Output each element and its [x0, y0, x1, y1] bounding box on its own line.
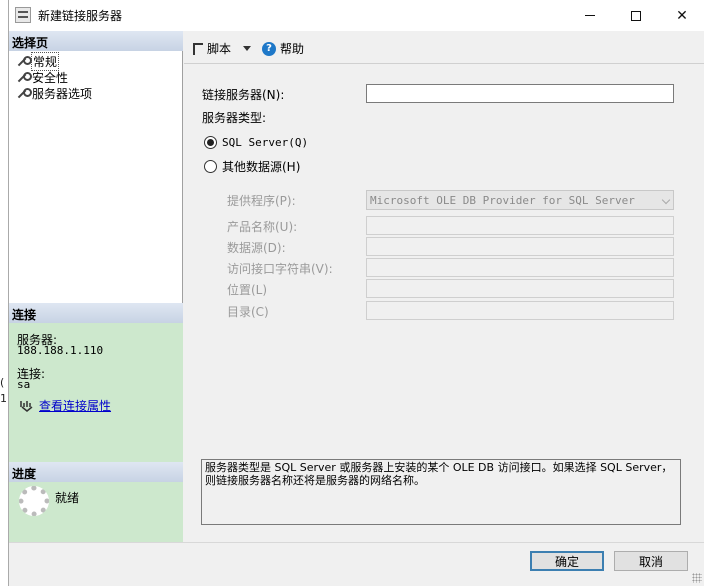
page-item-general[interactable]: 常规 — [17, 52, 60, 71]
catalog-input[interactable] — [366, 301, 674, 320]
chevron-down-icon[interactable] — [243, 46, 252, 51]
script-button[interactable]: 脚本 — [193, 40, 252, 57]
provider-label: 提供程序(P): — [227, 194, 296, 208]
wrench-icon — [17, 56, 32, 67]
provider-string-input[interactable] — [366, 258, 674, 277]
dialog-button-bar: 确定 取消 — [9, 542, 704, 586]
close-button[interactable]: ✕ — [659, 0, 704, 31]
close-icon: ✕ — [676, 7, 688, 24]
chevron-down-icon — [661, 195, 671, 205]
maximize-button[interactable] — [613, 0, 659, 31]
background-fragment: ( — [0, 376, 5, 389]
toolbar: 脚本 ? 帮助 — [184, 31, 704, 64]
radio-selected-icon[interactable] — [204, 136, 217, 149]
catalog-label: 目录(C) — [227, 305, 269, 319]
provider-string-label: 访问接口字符串(V): — [227, 262, 333, 276]
connection-header: 连接 — [9, 303, 183, 323]
select-page-header: 选择页 — [9, 31, 183, 51]
help-button[interactable]: ? 帮助 — [262, 40, 304, 57]
new-linked-server-dialog: 新建链接服务器 ✕ 选择页 常规 安全性 服务器选项 连接 服务器: 188.1… — [8, 0, 704, 586]
description-box: 服务器类型是 SQL Server 或服务器上安装的某个 OLE DB 访问接口… — [201, 459, 681, 525]
resize-grip-icon[interactable] — [692, 573, 702, 583]
server-type-label: 服务器类型: — [202, 111, 267, 125]
progress-status: 就绪 — [55, 491, 80, 505]
linked-server-label: 链接服务器(N): — [202, 88, 285, 102]
radio-other-data-source-label: 其他数据源(H) — [222, 160, 301, 174]
radio-unselected-icon[interactable] — [204, 160, 217, 173]
minimize-icon — [585, 15, 595, 16]
progress-section: 就绪 — [9, 482, 183, 542]
data-source-input[interactable] — [366, 237, 674, 256]
progress-header: 进度 — [9, 462, 183, 482]
minimize-button[interactable] — [567, 0, 613, 31]
view-connection-properties-link[interactable]: 查看连接属性 — [39, 397, 111, 414]
maximize-icon — [631, 10, 641, 21]
radio-other-data-source[interactable]: 其他数据源(H) — [204, 158, 300, 175]
help-label: 帮助 — [280, 42, 305, 56]
linked-server-input[interactable] — [366, 84, 674, 103]
data-source-label: 数据源(D): — [227, 241, 286, 255]
connection-properties-icon — [20, 401, 33, 412]
page-item-label: 服务器选项 — [32, 87, 93, 101]
app-icon — [15, 7, 31, 23]
location-label: 位置(L) — [227, 283, 268, 297]
script-icon — [193, 42, 203, 55]
radio-sql-server-label: SQL Server(Q) — [222, 136, 309, 149]
page-item-label: 常规 — [30, 52, 60, 71]
page-item-server-options[interactable]: 服务器选项 — [17, 85, 92, 102]
ok-button[interactable]: 确定 — [530, 551, 604, 571]
help-icon: ? — [262, 41, 276, 56]
left-panel: 选择页 常规 安全性 服务器选项 连接 服务器: 188.188.1.110 连… — [9, 31, 183, 542]
title-bar: 新建链接服务器 ✕ — [9, 0, 704, 31]
connection-value: sa — [17, 378, 31, 391]
server-value: 188.188.1.110 — [17, 344, 104, 357]
progress-spinner-icon — [19, 486, 49, 516]
radio-sql-server[interactable]: SQL Server(Q) — [204, 136, 308, 149]
product-name-label: 产品名称(U): — [227, 220, 298, 234]
wrench-icon — [17, 72, 32, 83]
provider-value: Microsoft OLE DB Provider for SQL Server — [370, 194, 635, 207]
cancel-button[interactable]: 取消 — [614, 551, 688, 571]
connection-section: 服务器: 188.188.1.110 连接: sa 查看连接属性 — [9, 323, 183, 462]
page-item-security[interactable]: 安全性 — [17, 69, 68, 86]
general-page-form: 链接服务器(N): 服务器类型: SQL Server(Q) 其他数据源(H) … — [184, 66, 704, 542]
product-name-input[interactable] — [366, 216, 674, 235]
wrench-icon — [17, 88, 32, 99]
page-item-label: 安全性 — [32, 71, 69, 85]
provider-select[interactable]: Microsoft OLE DB Provider for SQL Server — [366, 190, 674, 210]
script-label: 脚本 — [207, 42, 232, 56]
window-title: 新建链接服务器 — [38, 9, 123, 23]
location-input[interactable] — [366, 279, 674, 298]
background-fragment: 1 — [0, 392, 7, 405]
description-text: 服务器类型是 SQL Server 或服务器上安装的某个 OLE DB 访问接口… — [205, 461, 673, 487]
